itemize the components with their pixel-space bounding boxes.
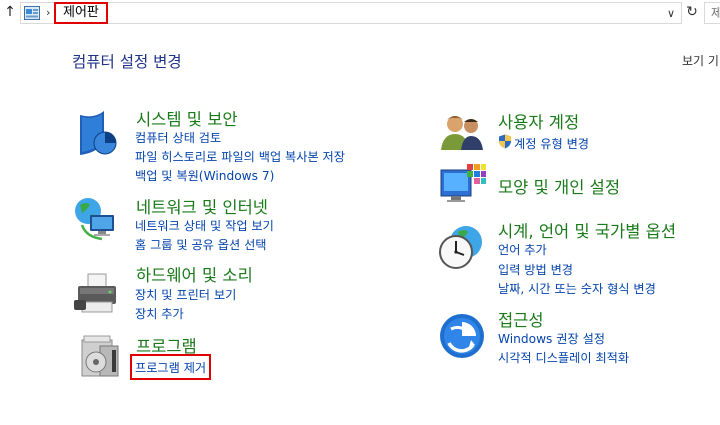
category-network-internet[interactable]: 네트워크 및 인터넷 [136, 194, 268, 218]
page-title: 컴퓨터 설정 변경 [72, 53, 182, 71]
link-change-account-type[interactable]: 계정 유형 변경 [514, 134, 589, 152]
category-ease-of-access[interactable]: 접근성 [498, 307, 544, 331]
breadcrumb-chevron-icon: › [46, 6, 51, 19]
link-network-status[interactable]: 네트워크 상태 및 작업 보기 [135, 216, 274, 234]
link-uninstall-program[interactable]: 프로그램 제거 [130, 354, 212, 380]
ease-of-access-icon[interactable] [437, 311, 487, 361]
shield-icon[interactable] [74, 109, 124, 159]
breadcrumb-control-panel[interactable]: 제어판 [54, 2, 108, 24]
link-homegroup[interactable]: 홈 그룹 및 공유 옵션 선택 [135, 235, 267, 253]
link-add-language[interactable]: 언어 추가 [498, 240, 547, 258]
address-bar: ↑ › 제어판 ∨ ↻ 제어 [0, 0, 720, 26]
link-recommended-settings[interactable]: Windows 권장 설정 [498, 329, 605, 347]
address-box[interactable]: › 제어판 ∨ [20, 2, 682, 24]
link-file-history[interactable]: 파일 히스토리로 파일의 백업 복사본 저장 [135, 147, 345, 165]
link-add-device[interactable]: 장치 추가 [135, 304, 184, 322]
link-devices-printers[interactable]: 장치 및 프린터 보기 [135, 285, 236, 303]
link-change-date-format[interactable]: 날짜, 시간 또는 숫자 형식 변경 [498, 279, 656, 297]
clock-globe-icon[interactable] [436, 222, 486, 272]
category-hardware-sound[interactable]: 하드웨어 및 소리 [136, 262, 253, 286]
programs-icon[interactable] [76, 332, 126, 382]
category-system-security[interactable]: 시스템 및 보안 [136, 106, 238, 130]
link-optimize-display[interactable]: 시각적 디스플레이 최적화 [498, 348, 629, 366]
refresh-icon[interactable]: ↻ [684, 3, 700, 21]
users-icon[interactable] [437, 108, 487, 158]
control-panel-small-icon [24, 6, 40, 20]
printer-icon[interactable] [72, 270, 122, 320]
personalization-icon[interactable] [437, 160, 487, 210]
up-arrow-icon[interactable]: ↑ [3, 3, 17, 21]
view-by-label[interactable]: 보기 기 [682, 52, 719, 69]
link-change-input-method[interactable]: 입력 방법 변경 [498, 260, 573, 278]
category-appearance-personalization[interactable]: 모양 및 개인 설정 [498, 174, 620, 198]
search-input[interactable]: 제어 [704, 2, 720, 24]
chevron-down-icon[interactable]: ∨ [667, 6, 675, 22]
network-globe-icon[interactable] [72, 195, 122, 245]
category-user-accounts[interactable]: 사용자 계정 [498, 109, 579, 133]
category-clock-language-region[interactable]: 시계, 언어 및 국가별 옵션 [498, 218, 676, 242]
link-review-status[interactable]: 컴퓨터 상태 검토 [135, 128, 221, 146]
uac-shield-icon [499, 134, 511, 149]
link-backup-restore[interactable]: 백업 및 복원(Windows 7) [135, 166, 274, 184]
